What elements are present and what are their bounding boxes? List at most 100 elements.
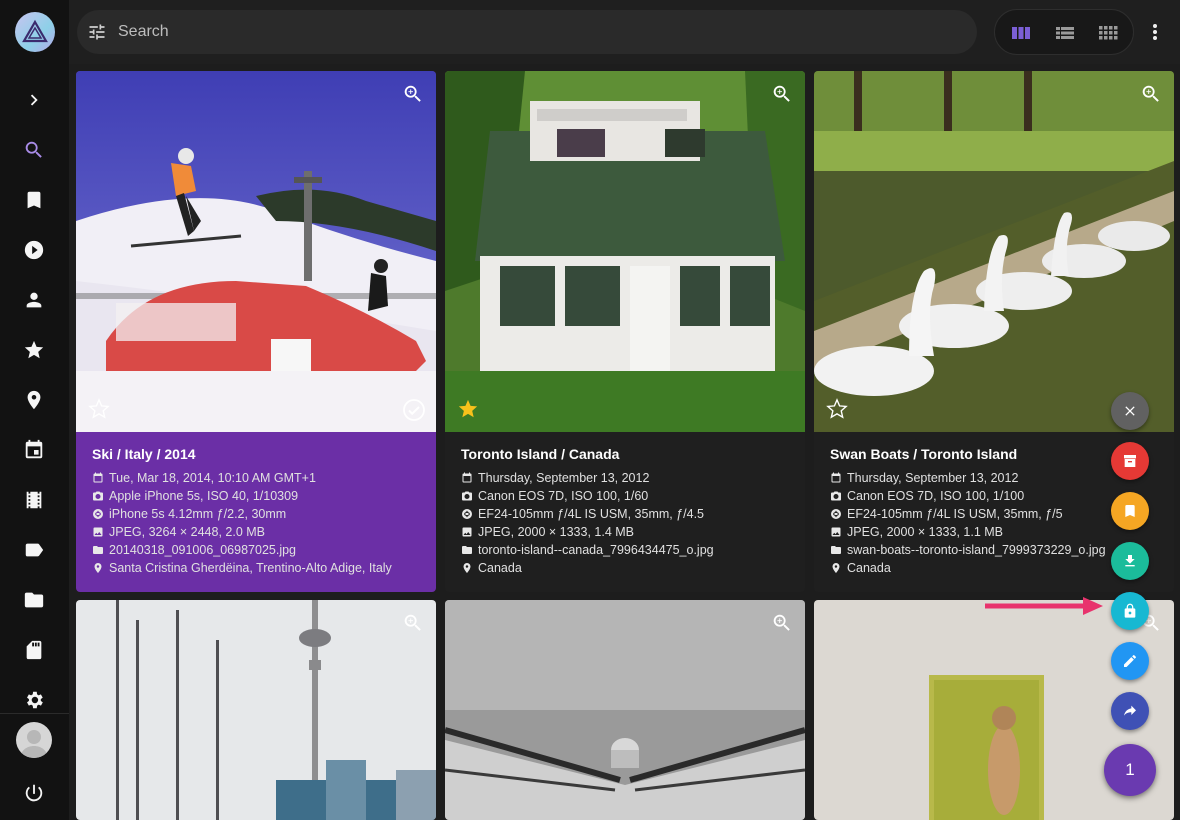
sidebar-expand-button[interactable] [19,85,49,115]
photo-camera-row: Canon EOS 7D, ISO 100, 1/100 [830,487,1158,505]
favorite-star-outline-icon[interactable] [88,398,110,420]
photo-lens: EF24-105mm ƒ/4L IS USM, 35mm, ƒ/4.5 [478,507,705,521]
photo-location-row: Canada [461,559,789,577]
bookmark-icon [27,191,41,209]
house-photo-image [445,71,805,432]
zoom-icon[interactable] [402,83,424,105]
private-button[interactable] [1111,592,1149,630]
photo-thumbnail[interactable] [76,71,436,432]
photo-thumbnail[interactable] [76,600,436,820]
photo-card[interactable]: Toronto Island / Canada Thursday, Septem… [445,71,805,592]
add-to-album-button[interactable] [1111,492,1149,530]
favorite-star-outline-icon[interactable] [826,398,848,420]
view-list-icon [1056,27,1074,39]
search-box [77,10,977,54]
cn-tower-photo-image [76,600,436,820]
sidebar-item-labels[interactable] [19,535,49,565]
view-column-icon [1012,27,1030,39]
photo-thumbnail[interactable] [445,600,805,820]
photo-location-row: Canada [830,559,1158,577]
sidebar-item-calendar[interactable] [19,435,49,465]
sidebar-item-settings[interactable] [19,685,49,715]
mosaic-view-button[interactable] [1096,21,1120,45]
photo-location: Canada [847,561,891,575]
photo-thumbnail[interactable] [445,71,805,432]
zoom-icon[interactable] [771,83,793,105]
photo-lens: EF24-105mm ƒ/4L IS USM, 35mm, ƒ/5 [847,507,1063,521]
list-view-button[interactable] [1053,21,1077,45]
more-vert-icon [1153,24,1157,40]
photo-card[interactable]: Ski / Italy / 2014 Tue, Mar 18, 2014, 10… [76,71,436,592]
search-icon [25,141,42,158]
archive-icon [1124,455,1136,467]
photo-title: Toronto Island / Canada [461,446,620,462]
logout-button[interactable] [19,778,49,808]
archive-button[interactable] [1111,442,1149,480]
download-button[interactable] [1111,542,1149,580]
search-input[interactable] [118,21,718,43]
photo-camera: Apple iPhone 5s, ISO 40, 1/10309 [109,489,299,503]
photo-file-info-row: JPEG, 2000 × 1333, 1.4 MB [461,523,789,541]
lens-icon [93,509,103,519]
zoom-icon[interactable] [771,612,793,634]
ski-photo-image [76,71,436,432]
gear-icon [27,691,43,709]
sidebar-item-folders[interactable] [19,585,49,615]
photo-date-row: Thursday, September 13, 2012 [461,469,789,487]
photo-camera-row: Apple iPhone 5s, ISO 40, 1/10309 [92,487,420,505]
lens-icon [462,509,472,519]
photo-location: Santa Cristina Gherdëina, Trentino-Alto … [109,561,392,575]
zoom-icon[interactable] [402,612,424,634]
share-button[interactable] [1111,692,1149,730]
photo-filename: swan-boats--toronto-island_7999373229_o.… [847,543,1106,557]
zoom-icon[interactable] [1140,83,1162,105]
photo-card[interactable] [445,600,805,820]
swan-boats-photo-image [814,71,1174,432]
selected-check-icon[interactable] [402,398,426,422]
power-icon [25,784,43,802]
user-silhouette-icon [20,730,48,758]
photo-filename-row: toronto-island--canada_7996434475_o.jpg [461,541,789,559]
sidebar-item-moments[interactable] [19,485,49,515]
calendar-icon [93,472,103,483]
sidebar-item-search[interactable] [19,135,49,165]
pointer-arrow-icon [985,597,1103,615]
map-pin-icon [27,390,41,410]
photo-card[interactable] [76,600,436,820]
more-options-button[interactable] [1144,20,1166,44]
bridge-photo-image [445,600,805,820]
photo-meta: Toronto Island / Canada Thursday, Septem… [445,432,805,592]
sidebar-item-favorites[interactable] [19,335,49,365]
camera-icon [93,491,103,501]
sidebar-item-videos[interactable] [19,235,49,265]
chevron-right-icon [30,94,38,106]
app-logo[interactable] [15,12,55,52]
photo-date-row: Thursday, September 13, 2012 [830,469,1158,487]
sidebar-item-places[interactable] [19,385,49,415]
edit-button[interactable] [1111,642,1149,680]
cards-view-button[interactable] [1009,21,1033,45]
sidebar [0,0,69,820]
clipboard-close-button[interactable] [1111,392,1149,430]
photo-camera-row: Canon EOS 7D, ISO 100, 1/60 [461,487,789,505]
sidebar-item-albums[interactable] [19,185,49,215]
sidebar-item-people[interactable] [19,285,49,315]
photo-camera: Canon EOS 7D, ISO 100, 1/60 [478,489,649,503]
sidebar-divider [0,713,69,714]
sidebar-item-library[interactable] [19,635,49,665]
view-grid-icon [1099,26,1118,40]
avatar[interactable] [16,722,52,758]
photo-date: Thursday, September 13, 2012 [847,471,1019,485]
photo-title: Swan Boats / Toronto Island [830,446,1018,462]
photo-file-info: JPEG, 3264 × 2448, 2.0 MB [109,525,265,539]
person-icon [26,292,42,308]
photo-thumbnail[interactable] [814,71,1174,432]
camera-icon [462,491,472,501]
pencil-icon [1124,655,1136,667]
photo-lens: iPhone 5s 4.12mm ƒ/2.2, 30mm [109,507,287,521]
map-pin-icon [463,563,471,573]
selection-count-button[interactable]: 1 [1104,744,1156,796]
calendar-icon [25,439,43,459]
favorite-star-filled-icon[interactable] [457,398,479,420]
tune-filter-icon[interactable] [87,22,107,42]
